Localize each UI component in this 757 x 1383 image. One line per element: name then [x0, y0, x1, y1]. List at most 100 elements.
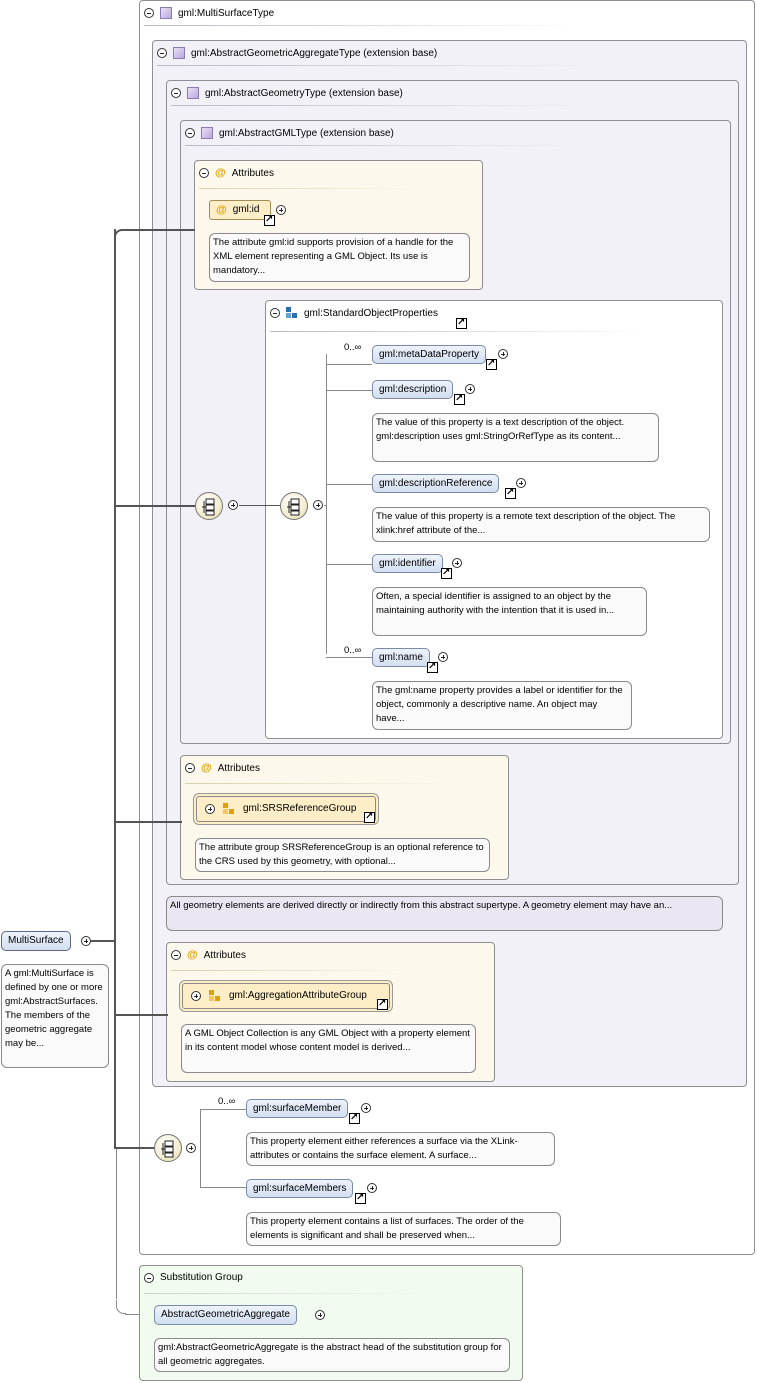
connector — [116, 821, 182, 823]
link-icon[interactable] — [454, 392, 465, 405]
expand-icon[interactable] — [191, 991, 201, 1001]
aggregate-type-header: gml:AbstractGeometricAggregateType (exte… — [157, 47, 437, 59]
collapse-icon[interactable] — [157, 48, 167, 58]
abstract-geometric-aggregate-element[interactable]: AbstractGeometricAggregate — [154, 1305, 297, 1325]
connector — [122, 229, 195, 231]
geometry-type-title: gml:AbstractGeometryType (extension base… — [205, 87, 403, 99]
collapse-icon[interactable] — [171, 88, 181, 98]
expand-icon[interactable] — [205, 804, 215, 814]
attributes-title: Attributes — [231, 167, 274, 179]
connector — [116, 1147, 154, 1149]
description-element[interactable]: gml:description — [372, 380, 454, 399]
cardinality-label: 0..∞ — [344, 342, 362, 353]
complex-type-icon — [160, 7, 172, 19]
expand-icon[interactable] — [315, 1310, 325, 1320]
aggregate-type-title: gml:AbstractGeometricAggregateType (exte… — [191, 47, 438, 59]
description-reference-doc: The value of this property is a remote t… — [372, 507, 710, 542]
collapse-icon[interactable] — [185, 128, 195, 138]
abstract-geometric-aggregate-doc: gml:AbstractGeometricAggregate is the ab… — [154, 1338, 510, 1372]
expand-icon[interactable] — [361, 1103, 371, 1113]
attribute-icon: @ — [216, 204, 227, 216]
description-reference-element[interactable]: gml:descriptionReference — [372, 474, 500, 493]
substitution-group-title: Substitution Group — [160, 1272, 243, 1283]
expand-icon[interactable] — [498, 349, 508, 359]
link-icon[interactable] — [486, 357, 497, 370]
collapse-icon[interactable] — [171, 950, 181, 960]
sequence-compositor[interactable] — [154, 1134, 182, 1162]
connector — [114, 229, 116, 1149]
substitution-group-header: Substitution Group — [144, 1272, 243, 1283]
attributes-header: @ Attributes — [199, 167, 274, 179]
expand-icon[interactable] — [438, 652, 448, 662]
surface-members-element[interactable]: gml:surfaceMembers — [246, 1179, 354, 1198]
aggregation-attribute-group-label: gml:AggregationAttributeGroup — [229, 990, 367, 1001]
collapse-icon[interactable] — [81, 936, 91, 946]
attributes-header: @ Attributes — [185, 762, 260, 774]
element-group-icon — [286, 307, 298, 319]
link-icon[interactable] — [505, 486, 516, 499]
expand-icon[interactable] — [516, 478, 526, 488]
multisurface-root-doc: A gml:MultiSurface is defined by one or … — [1, 964, 109, 1068]
attribute-icon: @ — [187, 949, 198, 961]
aggregation-attribute-group-doc: A GML Object Collection is any GML Objec… — [181, 1024, 476, 1073]
multisurface-type-header: gml:MultiSurfaceType — [144, 7, 274, 19]
connector — [91, 940, 115, 942]
geometry-type-header: gml:AbstractGeometryType (extension base… — [171, 87, 403, 99]
link-icon[interactable] — [377, 997, 388, 1010]
link-icon[interactable] — [441, 566, 452, 579]
collapse-icon[interactable] — [270, 308, 280, 318]
gml-type-header: gml:AbstractGMLType (extension base) — [185, 127, 394, 139]
link-icon[interactable] — [349, 1111, 360, 1124]
geometry-type-doc: All geometry elements are derived direct… — [166, 896, 723, 931]
attribute-icon: @ — [201, 762, 212, 774]
gml-id-label: gml:id — [232, 204, 260, 215]
expand-icon[interactable] — [465, 384, 475, 394]
multisurface-root-element[interactable]: MultiSurface — [1, 931, 71, 951]
collapse-icon[interactable] — [144, 1272, 154, 1283]
collapse-icon[interactable] — [185, 763, 195, 773]
link-icon[interactable] — [456, 316, 467, 329]
collapse-icon[interactable] — [228, 500, 238, 510]
gml-id-attribute[interactable]: @ gml:id — [209, 200, 271, 220]
sequence-compositor[interactable] — [195, 492, 223, 520]
name-doc: The gml:name property provides a label o… — [372, 681, 632, 730]
identifier-element[interactable]: gml:identifier — [372, 554, 443, 573]
attribute-icon: @ — [215, 167, 226, 179]
link-icon[interactable] — [364, 810, 375, 823]
aggregation-attribute-group[interactable]: gml:AggregationAttributeGroup — [182, 983, 390, 1009]
cardinality-label: 0..∞ — [344, 645, 362, 656]
complex-type-icon — [187, 87, 199, 99]
collapse-icon[interactable] — [313, 500, 323, 510]
link-icon[interactable] — [264, 213, 275, 226]
attribute-group-icon — [209, 990, 221, 1002]
collapse-icon[interactable] — [186, 1143, 196, 1153]
srs-reference-group-doc: The attribute group SRSReferenceGroup is… — [195, 838, 490, 872]
expand-icon[interactable] — [276, 205, 286, 215]
expand-icon[interactable] — [452, 558, 462, 568]
name-element[interactable]: gml:name — [372, 648, 430, 667]
description-doc: The value of this property is a text des… — [372, 413, 659, 462]
standard-object-properties-header: gml:StandardObjectProperties — [270, 307, 438, 319]
attribute-group-icon — [223, 803, 235, 815]
link-icon[interactable] — [355, 1191, 366, 1204]
connector — [116, 1014, 168, 1016]
identifier-doc: Often, a special identifier is assigned … — [372, 587, 647, 636]
collapse-icon[interactable] — [144, 8, 154, 18]
attributes-header: @ Attributes — [171, 949, 246, 961]
collapse-icon[interactable] — [199, 168, 209, 178]
multisurface-type-title: gml:MultiSurfaceType — [178, 7, 275, 19]
sequence-compositor[interactable] — [280, 492, 308, 520]
surface-members-doc: This property element contains a list of… — [246, 1212, 561, 1246]
srs-reference-group-label: gml:SRSReferenceGroup — [243, 803, 357, 814]
srs-reference-group[interactable]: gml:SRSReferenceGroup — [196, 796, 376, 822]
gml-id-doc: The attribute gml:id supports provision … — [209, 233, 470, 282]
expand-icon[interactable] — [367, 1183, 377, 1193]
surface-member-doc: This property element either references … — [246, 1132, 555, 1166]
attributes-title: Attributes — [203, 949, 246, 961]
metadata-property-element[interactable]: gml:metaDataProperty — [372, 345, 487, 364]
attributes-title: Attributes — [217, 762, 260, 774]
complex-type-icon — [201, 127, 213, 139]
gml-type-title: gml:AbstractGMLType (extension base) — [219, 127, 394, 139]
surface-member-element[interactable]: gml:surfaceMember — [246, 1099, 349, 1118]
link-icon[interactable] — [427, 660, 438, 673]
